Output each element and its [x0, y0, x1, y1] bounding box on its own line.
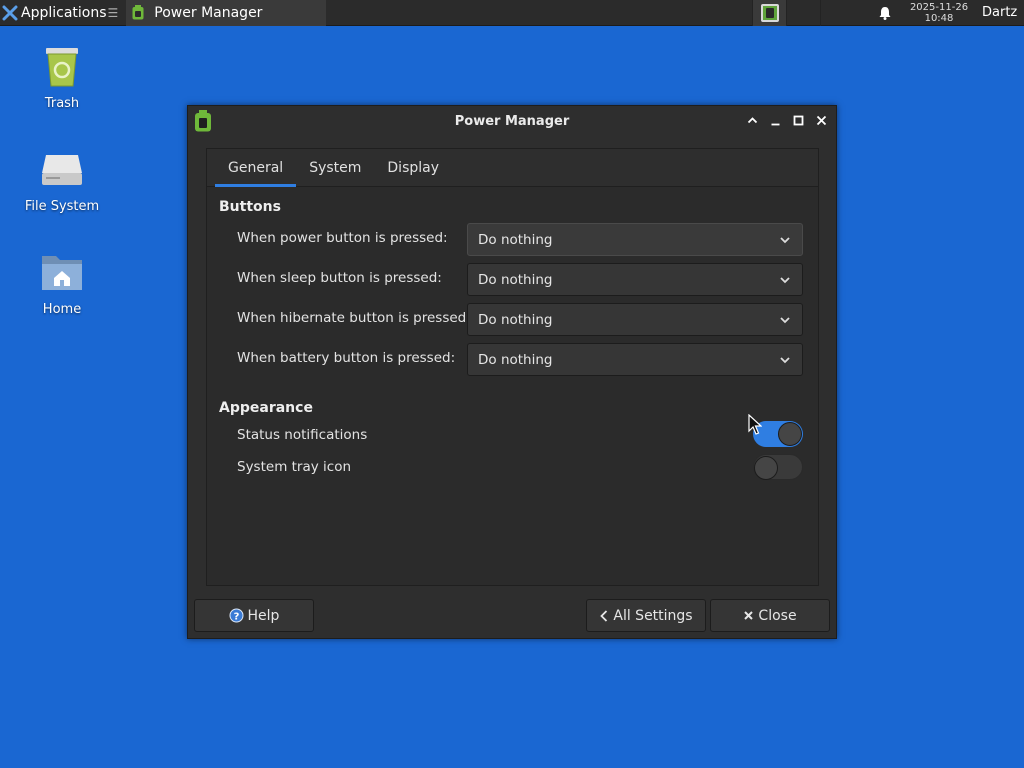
clock-date: 2025-11-26: [909, 1, 969, 13]
drive-icon: [42, 155, 82, 185]
maximize-icon: [793, 115, 804, 126]
power-button-action-select[interactable]: Do nothing: [467, 223, 803, 256]
close-button[interactable]: Close: [710, 599, 830, 632]
window-title: Power Manager: [454, 113, 570, 129]
chevron-down-icon: [780, 237, 790, 244]
toggle-knob: [754, 456, 778, 480]
settings-notebook: General System Display Buttons When powe…: [206, 148, 819, 586]
battery-icon: [132, 5, 144, 20]
select-value: Do nothing: [478, 311, 553, 328]
section-title-appearance: Appearance: [219, 400, 313, 416]
user-menu[interactable]: Dartz: [982, 5, 1024, 20]
close-icon: [816, 115, 827, 126]
minimize-button[interactable]: [767, 112, 784, 129]
tray-slot-empty[interactable]: [820, 0, 854, 26]
tab-general[interactable]: General: [215, 149, 297, 187]
tab-display[interactable]: Display: [374, 149, 452, 187]
sleep-button-label: When sleep button is pressed:: [237, 270, 442, 286]
system-tray-icon-label: System tray icon: [237, 459, 352, 475]
desktop-icon-label: File System: [24, 199, 100, 214]
desktop-icon-home[interactable]: Home: [7, 248, 117, 317]
sleep-button-action-select[interactable]: Do nothing: [467, 263, 803, 296]
tray-battery-button[interactable]: [752, 0, 786, 26]
all-settings-button[interactable]: All Settings: [586, 599, 706, 632]
minimize-icon: [771, 123, 780, 126]
home-folder-icon: [42, 256, 82, 290]
desktop-icon-label: Home: [42, 302, 82, 317]
power-button-label: When power button is pressed:: [237, 230, 448, 246]
maximize-button[interactable]: [790, 112, 807, 129]
close-window-button[interactable]: [813, 112, 830, 129]
status-notifications-label: Status notifications: [237, 427, 368, 443]
tab-system[interactable]: System: [296, 149, 374, 187]
notification-bell-icon[interactable]: [870, 0, 900, 26]
trash-icon: [46, 48, 78, 87]
desktop-icon-trash[interactable]: Trash: [7, 42, 117, 111]
chevron-up-icon: [747, 117, 758, 124]
applications-menu-button[interactable]: Applications ☰: [0, 0, 122, 26]
system-tray-icon-toggle[interactable]: [753, 454, 803, 480]
mouse-cursor-icon: [748, 414, 762, 435]
panel-clock[interactable]: 2025-11-26 10:48: [904, 2, 974, 24]
chevron-down-icon: [780, 277, 790, 284]
taskbar-item-label: Power Manager: [154, 4, 263, 21]
hibernate-button-action-select[interactable]: Do nothing: [467, 303, 803, 336]
tab-bar: General System Display: [207, 149, 818, 187]
xfce-logo-icon: [2, 5, 18, 20]
desktop-icon-file-system[interactable]: File System: [7, 145, 117, 214]
all-settings-label: All Settings: [613, 607, 693, 624]
shade-button[interactable]: [744, 112, 761, 129]
battery-button-label: When battery button is pressed:: [237, 350, 456, 366]
taskbar-item-power-manager[interactable]: Power Manager: [126, 0, 327, 26]
chevron-down-icon: [780, 357, 790, 364]
chevron-left-icon: [599, 609, 609, 623]
svg-text:?: ?: [233, 612, 239, 623]
select-value: Do nothing: [478, 271, 553, 288]
help-icon: ?: [229, 608, 244, 623]
help-button[interactable]: ? Help: [194, 599, 314, 632]
tray-slot-empty[interactable]: [786, 0, 820, 26]
battery-button-action-select[interactable]: Do nothing: [467, 343, 803, 376]
select-value: Do nothing: [478, 351, 553, 368]
window-titlebar[interactable]: Power Manager: [188, 106, 836, 136]
hibernate-button-label: When hibernate button is pressed:: [237, 310, 471, 326]
close-label: Close: [758, 607, 797, 624]
section-title-buttons: Buttons: [219, 199, 281, 215]
clock-time: 10:48: [924, 12, 954, 24]
help-label: Help: [247, 607, 280, 624]
toggle-knob: [778, 422, 802, 446]
chevron-down-icon: [780, 317, 790, 324]
close-icon: [743, 610, 754, 621]
power-manager-window: Power Manager General System Display But…: [187, 105, 837, 639]
menu-separator-icon: ☰: [107, 5, 119, 20]
desktop-icon-label: Trash: [44, 96, 80, 111]
applications-label: Applications: [21, 4, 107, 21]
top-panel: Applications ☰ Power Manager 2025-11-26 …: [0, 0, 1024, 26]
tray-battery-icon: [760, 3, 779, 22]
select-value: Do nothing: [478, 231, 553, 248]
